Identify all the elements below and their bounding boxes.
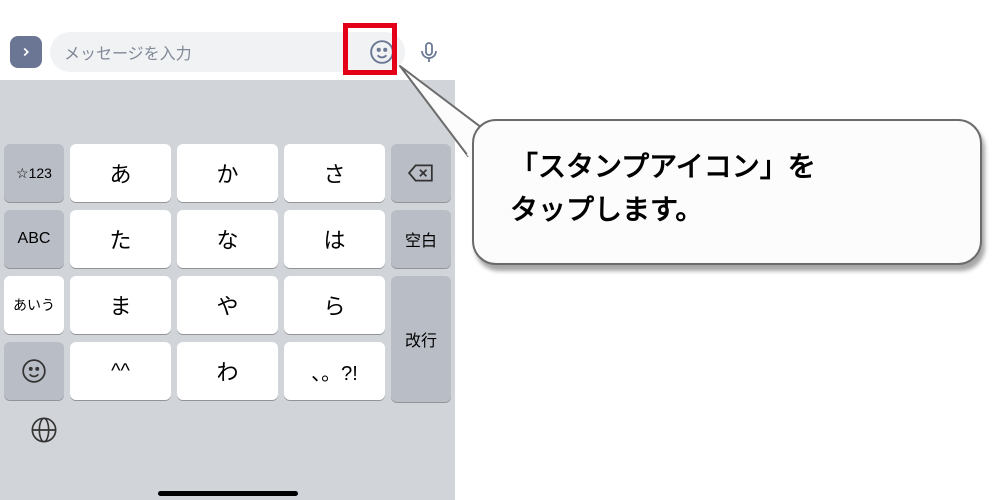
key-kana-mode[interactable]: あいう <box>4 276 64 334</box>
key-ra[interactable]: ら <box>284 276 385 334</box>
key-space[interactable]: 空白 <box>391 210 451 268</box>
key-face[interactable]: ^^ <box>70 342 171 400</box>
expand-button[interactable] <box>10 36 42 68</box>
message-field-wrap[interactable]: メッセージを入力 <box>50 32 405 72</box>
message-input[interactable]: メッセージを入力 <box>64 40 365 64</box>
keyboard: ☆123 ABC あいう あ か さ た な <box>0 140 455 454</box>
phone-screen: メッセージを入力 ☆123 ABC あいう <box>0 0 455 500</box>
key-emoji-mode[interactable] <box>4 342 64 400</box>
key-return[interactable]: 改行 <box>391 276 451 402</box>
key-na[interactable]: な <box>177 210 278 268</box>
key-sa[interactable]: さ <box>284 144 385 202</box>
key-ma[interactable]: ま <box>70 276 171 334</box>
globe-icon <box>30 416 58 444</box>
key-ha[interactable]: は <box>284 210 385 268</box>
smiley-icon <box>369 39 395 65</box>
callout-line2: タップします。 <box>510 194 703 225</box>
message-input-bar: メッセージを入力 <box>0 24 455 80</box>
smiley-icon <box>21 358 47 384</box>
key-abc-mode[interactable]: ABC <box>4 210 64 268</box>
callout-line1: 「スタンプアイコン」を <box>510 151 816 182</box>
key-ka[interactable]: か <box>177 144 278 202</box>
callout-text: 「スタンプアイコン」を タップします。 <box>510 145 952 232</box>
backspace-icon <box>408 163 434 183</box>
key-ya[interactable]: や <box>177 276 278 334</box>
key-globe[interactable] <box>24 410 64 450</box>
key-a[interactable]: あ <box>70 144 171 202</box>
key-num-mode[interactable]: ☆123 <box>4 144 64 202</box>
key-ta[interactable]: た <box>70 210 171 268</box>
key-wa[interactable]: わ <box>177 342 278 400</box>
instruction-callout: 「スタンプアイコン」を タップします。 <box>472 119 982 265</box>
keyboard-area: ☆123 ABC あいう あ か さ た な <box>0 80 455 500</box>
key-punct[interactable]: 、。?! <box>284 342 385 400</box>
chevron-right-icon <box>19 45 33 59</box>
chat-background <box>0 0 455 24</box>
home-indicator[interactable] <box>158 491 298 496</box>
